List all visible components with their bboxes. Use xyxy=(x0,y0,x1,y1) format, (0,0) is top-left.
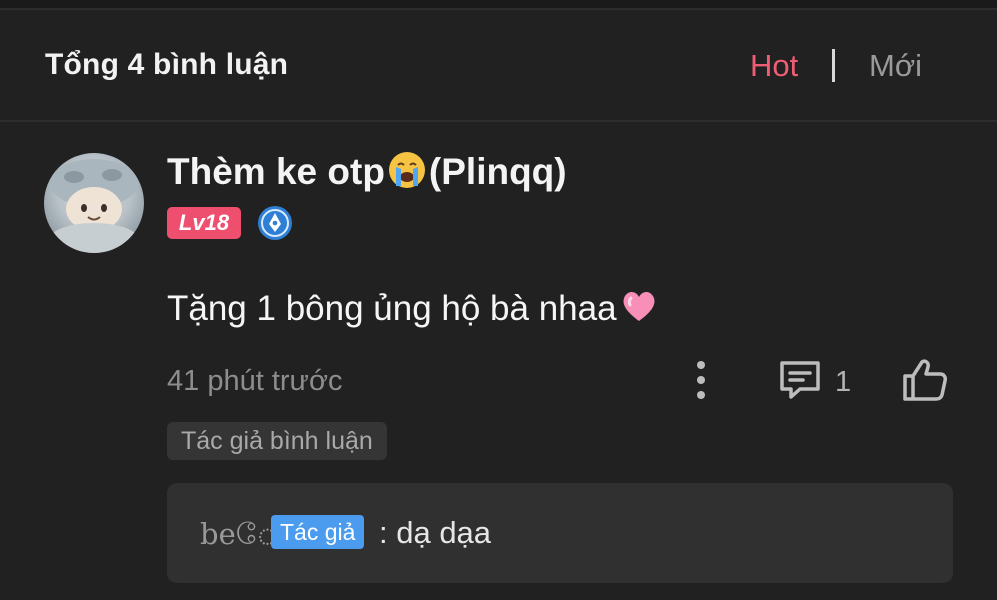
comment-time: 41 phút trước xyxy=(167,365,343,397)
comment-text: Tặng 1 bông ủng hộ bà nhaa xyxy=(167,286,661,329)
verified-quill-icon xyxy=(258,206,292,240)
reply-comment-icon[interactable] xyxy=(776,357,824,403)
comment-total-title: Tổng 4 bình luận xyxy=(45,48,289,81)
reply-author-badge: Tác giả xyxy=(271,515,365,549)
comment-author-tag: Tác giả bình luận xyxy=(167,422,387,460)
header-divider xyxy=(0,120,997,122)
more-vertical-icon[interactable] xyxy=(686,358,716,402)
comment-username[interactable]: Thèm ke otp (Plinqq) xyxy=(167,150,567,193)
reply-preview[interactable]: beே Tác giả : dạ dạa xyxy=(167,483,953,583)
avatar[interactable] xyxy=(44,153,144,253)
top-strip xyxy=(0,0,997,8)
reply-count: 1 xyxy=(835,366,852,398)
avatar-image xyxy=(44,153,144,253)
level-badge: Lv18 xyxy=(167,207,241,239)
username-suffix: (Plinqq) xyxy=(428,151,567,192)
username-text: Thèm ke otp xyxy=(167,151,385,192)
sort-hot-tab[interactable]: Hot xyxy=(750,48,798,84)
comments-header: Tổng 4 bình luận Hot Mới xyxy=(0,10,997,120)
comment-text-body: Tặng 1 bông ủng hộ bà nhaa xyxy=(167,289,617,328)
thumbs-up-icon[interactable] xyxy=(900,356,950,404)
sort-separator xyxy=(832,49,835,82)
reply-text: : dạ dạa xyxy=(379,515,492,550)
reply-username[interactable]: beே xyxy=(200,517,278,555)
crying-emoji-icon xyxy=(388,152,425,188)
sort-new-tab[interactable]: Mới xyxy=(869,48,922,84)
heart-emoji-icon xyxy=(623,291,655,321)
